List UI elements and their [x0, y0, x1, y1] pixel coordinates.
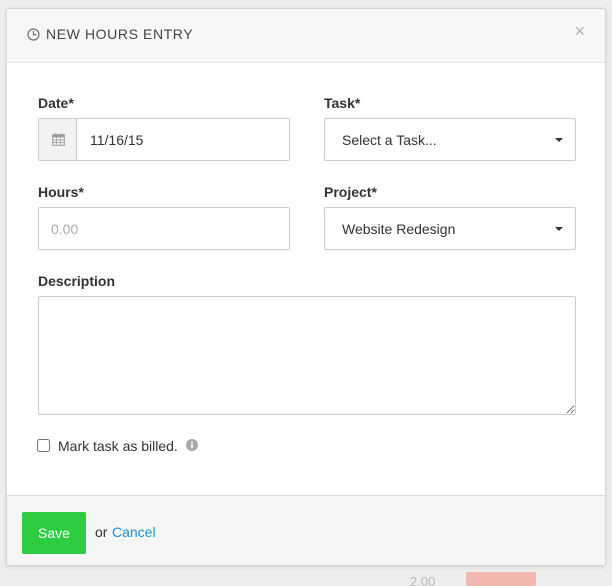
or-text: or — [95, 524, 108, 540]
date-field-group — [38, 118, 290, 161]
close-icon[interactable]: × — [574, 22, 585, 40]
task-select-value: Select a Task... — [342, 132, 437, 148]
hours-input[interactable] — [38, 207, 290, 250]
date-addon[interactable] — [39, 119, 77, 160]
project-select-value: Website Redesign — [342, 221, 456, 237]
caret-down-icon — [555, 227, 563, 231]
mark-billed-label[interactable]: Mark task as billed. — [58, 438, 178, 454]
modal-footer: Save or Cancel — [7, 495, 605, 565]
description-label: Description — [38, 273, 116, 289]
date-label: Date* — [38, 95, 74, 111]
clock-icon — [27, 28, 40, 41]
date-input[interactable] — [78, 119, 289, 160]
project-select[interactable]: Website Redesign — [324, 207, 576, 250]
info-icon[interactable] — [186, 439, 198, 451]
modal-header: NEW HOURS ENTRY × — [7, 9, 605, 63]
background-status-badge — [466, 572, 536, 586]
mark-billed-checkbox[interactable] — [37, 439, 50, 452]
project-label: Project* — [324, 184, 377, 200]
modal-title: NEW HOURS ENTRY — [46, 26, 194, 42]
task-select[interactable]: Select a Task... — [324, 118, 576, 161]
background-hours-amount: 2.00 — [410, 574, 436, 586]
calendar-icon — [52, 133, 65, 146]
save-button[interactable]: Save — [22, 512, 86, 554]
hours-label: Hours* — [38, 184, 84, 200]
caret-down-icon — [555, 138, 563, 142]
cancel-link[interactable]: Cancel — [112, 524, 156, 540]
new-hours-entry-modal: NEW HOURS ENTRY × Date* Task* Select a T… — [6, 8, 606, 566]
task-label: Task* — [324, 95, 361, 111]
description-textarea[interactable] — [38, 296, 576, 415]
